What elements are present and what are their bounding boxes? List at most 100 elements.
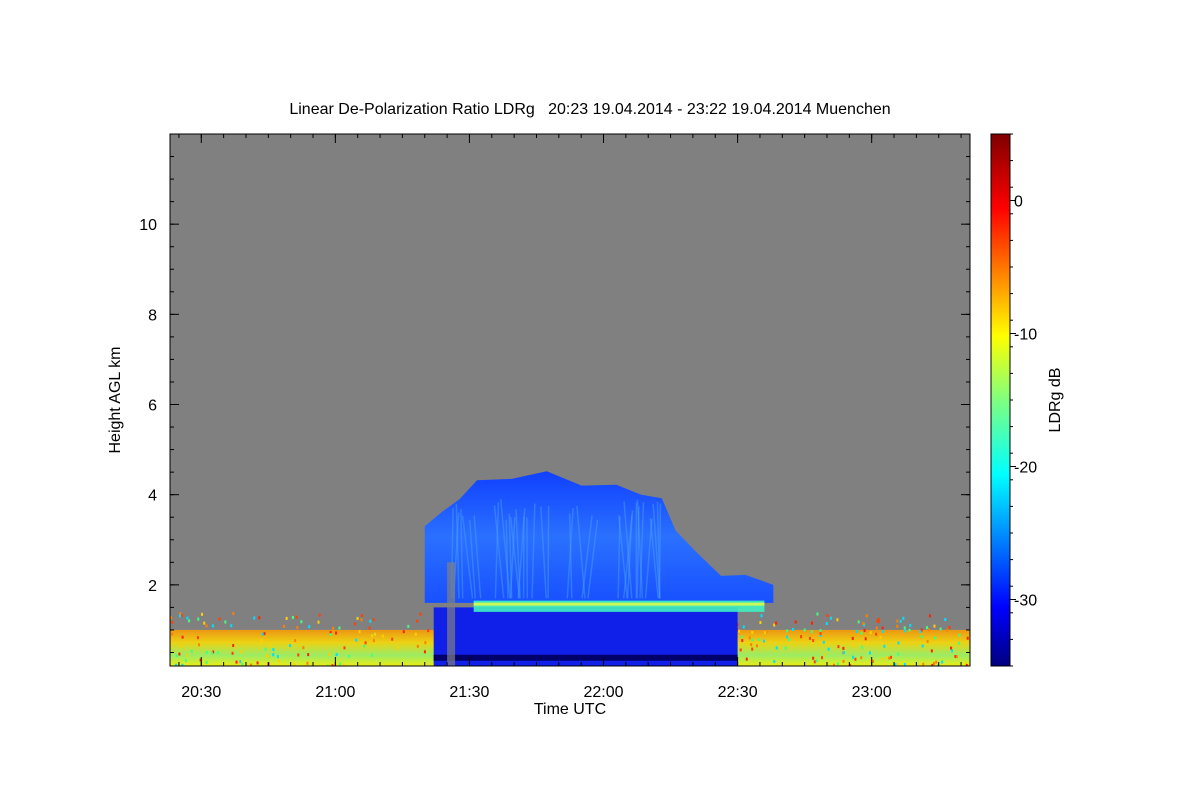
noise-pixel bbox=[181, 614, 184, 618]
colorbar-axis: 0 -10 -20 -30 bbox=[1010, 133, 1037, 667]
y-tick-label: 4 bbox=[148, 488, 157, 505]
noise-pixel bbox=[941, 660, 944, 664]
noise-pixel bbox=[909, 623, 912, 627]
noise-pixel bbox=[200, 612, 203, 616]
noise-pixel bbox=[407, 624, 410, 628]
noise-pixel bbox=[241, 662, 244, 666]
noise-pixel bbox=[235, 660, 238, 664]
noise-pixel bbox=[276, 655, 279, 659]
noise-pixel bbox=[423, 650, 426, 654]
noise-pixel bbox=[348, 654, 351, 658]
noise-pixel bbox=[198, 643, 201, 647]
noise-pixel bbox=[256, 661, 259, 665]
noise-pixel bbox=[819, 629, 822, 633]
noise-pixel bbox=[263, 632, 266, 636]
chart-title: Linear De-Polarization Ratio LDRg 20:23 … bbox=[289, 101, 890, 118]
noise-pixel bbox=[355, 638, 358, 642]
noise-pixel bbox=[958, 633, 961, 637]
noise-pixel bbox=[427, 629, 430, 633]
noise-pixel bbox=[282, 624, 285, 628]
noise-pixel bbox=[881, 626, 884, 630]
noise-pixel bbox=[862, 621, 865, 625]
noise-pixel bbox=[888, 656, 891, 660]
noise-pixel bbox=[815, 659, 818, 663]
noise-pixel bbox=[842, 646, 845, 650]
noise-pixel bbox=[908, 628, 911, 632]
noise-pixel bbox=[836, 662, 839, 666]
noise-pixel bbox=[302, 646, 305, 650]
noise-pixel bbox=[800, 635, 803, 639]
noise-pixel bbox=[885, 656, 888, 660]
noise-pixel bbox=[837, 645, 840, 649]
noise-pixel bbox=[253, 616, 256, 620]
noise-pixel bbox=[775, 621, 778, 625]
noise-pixel bbox=[739, 648, 742, 652]
noise-pixel bbox=[842, 651, 845, 655]
noise-pixel bbox=[372, 618, 375, 622]
noise-pixel bbox=[230, 624, 233, 628]
noise-pixel bbox=[932, 662, 935, 666]
noise-pixel bbox=[205, 651, 208, 655]
noise-pixel bbox=[232, 612, 235, 616]
noise-pixel bbox=[921, 644, 924, 648]
noise-pixel bbox=[211, 651, 214, 655]
noise-pixel bbox=[883, 644, 886, 648]
noise-pixel bbox=[786, 635, 789, 639]
noise-pixel bbox=[339, 662, 342, 666]
noise-pixel bbox=[950, 646, 953, 650]
noise-pixel bbox=[272, 648, 275, 652]
noise-pixel bbox=[175, 654, 178, 658]
noise-pixel bbox=[751, 647, 754, 651]
noise-pixel bbox=[272, 653, 275, 657]
noise-pixel bbox=[869, 631, 872, 635]
noise-pixel bbox=[179, 644, 182, 648]
noise-pixel bbox=[179, 614, 182, 618]
noise-pixel bbox=[424, 641, 427, 645]
noise-pixel bbox=[745, 657, 748, 661]
noise-pixel bbox=[289, 644, 292, 648]
noise-pixel bbox=[370, 653, 373, 657]
noise-pixel bbox=[808, 636, 811, 640]
noise-pixel bbox=[231, 651, 234, 655]
noise-pixel bbox=[307, 653, 310, 657]
noise-pixel bbox=[360, 618, 363, 622]
noise-pixel bbox=[291, 615, 294, 619]
noise-pixel bbox=[826, 614, 829, 618]
noise-pixel bbox=[899, 619, 902, 623]
noise-pixel bbox=[237, 660, 240, 664]
bright-band-core bbox=[473, 602, 765, 606]
noise-pixel bbox=[186, 616, 189, 620]
noise-pixel bbox=[759, 621, 762, 625]
noise-pixel bbox=[957, 641, 960, 645]
x-tick-label: 21:30 bbox=[449, 684, 489, 701]
noise-pixel bbox=[343, 646, 346, 650]
noise-pixel bbox=[240, 650, 243, 654]
noise-pixel bbox=[278, 659, 281, 663]
noise-pixel bbox=[812, 639, 815, 643]
noise-pixel bbox=[864, 637, 867, 641]
noise-pixel bbox=[294, 639, 297, 643]
noise-pixel bbox=[306, 661, 309, 665]
noise-pixel bbox=[295, 615, 298, 619]
noise-pixel bbox=[317, 620, 320, 624]
noise-pixel bbox=[812, 656, 815, 660]
noise-pixel bbox=[903, 626, 906, 630]
noise-pixel bbox=[861, 645, 864, 649]
noise-pixel bbox=[329, 633, 332, 637]
noise-pixel bbox=[186, 653, 189, 657]
colorbar-tick-label: -30 bbox=[1014, 593, 1037, 610]
noise-pixel bbox=[297, 653, 300, 657]
noise-pixel bbox=[939, 627, 942, 631]
noise-pixel bbox=[825, 622, 828, 626]
noise-pixel bbox=[381, 634, 384, 638]
noise-pixel bbox=[184, 659, 187, 663]
noise-pixel bbox=[822, 640, 825, 644]
noise-pixel bbox=[830, 616, 833, 620]
noise-pixel bbox=[896, 624, 899, 628]
noise-pixel bbox=[372, 639, 375, 643]
noise-pixel bbox=[269, 644, 272, 648]
y-tick-label: 6 bbox=[148, 398, 157, 415]
noise-pixel bbox=[196, 636, 199, 640]
noise-pixel bbox=[178, 652, 181, 656]
noise-pixel bbox=[786, 629, 789, 633]
